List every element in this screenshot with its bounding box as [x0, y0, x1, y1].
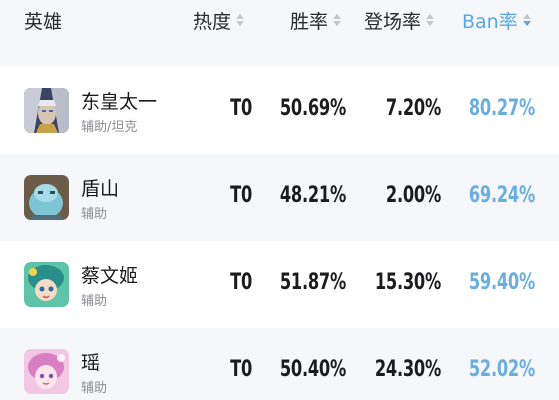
hero-name: 蔡文姬	[81, 265, 139, 287]
header-heat-label: 热度	[193, 10, 232, 33]
header-win-rate-label: 胜率	[290, 10, 329, 33]
hero-role: 辅助	[81, 207, 108, 222]
hero-name: 瑶	[81, 352, 101, 374]
sort-icon	[426, 14, 435, 26]
yao-avatar-icon	[24, 349, 69, 394]
win-rate-value: 50.40%	[279, 357, 346, 382]
header-pick-rate-label: 登场率	[364, 10, 422, 33]
hero-avatar	[24, 349, 69, 394]
hero-role: 辅助	[81, 381, 108, 396]
hero-row[interactable]: 盾山 辅助 T0 48.21% 2.00% 69.24%	[0, 154, 559, 241]
dunshan-avatar-icon	[24, 175, 69, 220]
win-rate-value: 50.69%	[279, 96, 346, 121]
hero-row[interactable]: 瑶 辅助 T0 50.40% 24.30% 52.02%	[0, 328, 559, 400]
sort-pick-rate-button[interactable]: 登场率	[364, 6, 435, 34]
caiwenji-avatar-icon	[24, 262, 69, 307]
donghuang-avatar-icon	[24, 88, 69, 133]
hero-role: 辅助	[81, 294, 108, 309]
header-hero-label: 英雄	[24, 10, 63, 33]
hero-name: 盾山	[81, 178, 120, 200]
sort-win-rate-button[interactable]: 胜率	[290, 6, 342, 34]
pick-rate-value: 24.30%	[374, 357, 441, 382]
hero-avatar	[24, 262, 69, 307]
hero-row[interactable]: 蔡文姬 辅助 T0 51.87% 15.30% 59.40%	[0, 241, 559, 328]
sort-ban-rate-button[interactable]: Ban率	[462, 6, 531, 34]
heat-tier: T0	[230, 96, 252, 121]
hero-role: 辅助/坦克	[81, 120, 138, 135]
hero-avatar	[24, 88, 69, 133]
hero-avatar	[24, 175, 69, 220]
hero-row[interactable]: 东皇太一 辅助/坦克 T0 50.69% 7.20% 80.27%	[0, 67, 559, 154]
sort-icon	[333, 14, 342, 26]
header-hero: 英雄	[24, 6, 62, 34]
win-rate-value: 51.87%	[279, 270, 346, 295]
ban-rate-value: 52.02%	[468, 357, 535, 382]
sort-desc-icon	[522, 14, 531, 26]
table-header: 英雄 热度 胜率 登场率 Ban率	[0, 0, 559, 66]
sort-icon	[236, 14, 245, 26]
ban-rate-value: 59.40%	[468, 270, 535, 295]
win-rate-value: 48.21%	[279, 183, 346, 208]
heat-tier: T0	[230, 270, 252, 295]
hero-name: 东皇太一	[81, 91, 158, 113]
heat-tier: T0	[230, 357, 252, 382]
heat-tier: T0	[230, 183, 252, 208]
sort-heat-button[interactable]: 热度	[193, 6, 245, 34]
ban-rate-value: 80.27%	[468, 96, 535, 121]
ban-rate-value: 69.24%	[468, 183, 535, 208]
pick-rate-value: 7.20%	[385, 96, 441, 121]
header-ban-rate-label: Ban率	[462, 10, 518, 33]
pick-rate-value: 2.00%	[385, 183, 441, 208]
pick-rate-value: 15.30%	[374, 270, 441, 295]
